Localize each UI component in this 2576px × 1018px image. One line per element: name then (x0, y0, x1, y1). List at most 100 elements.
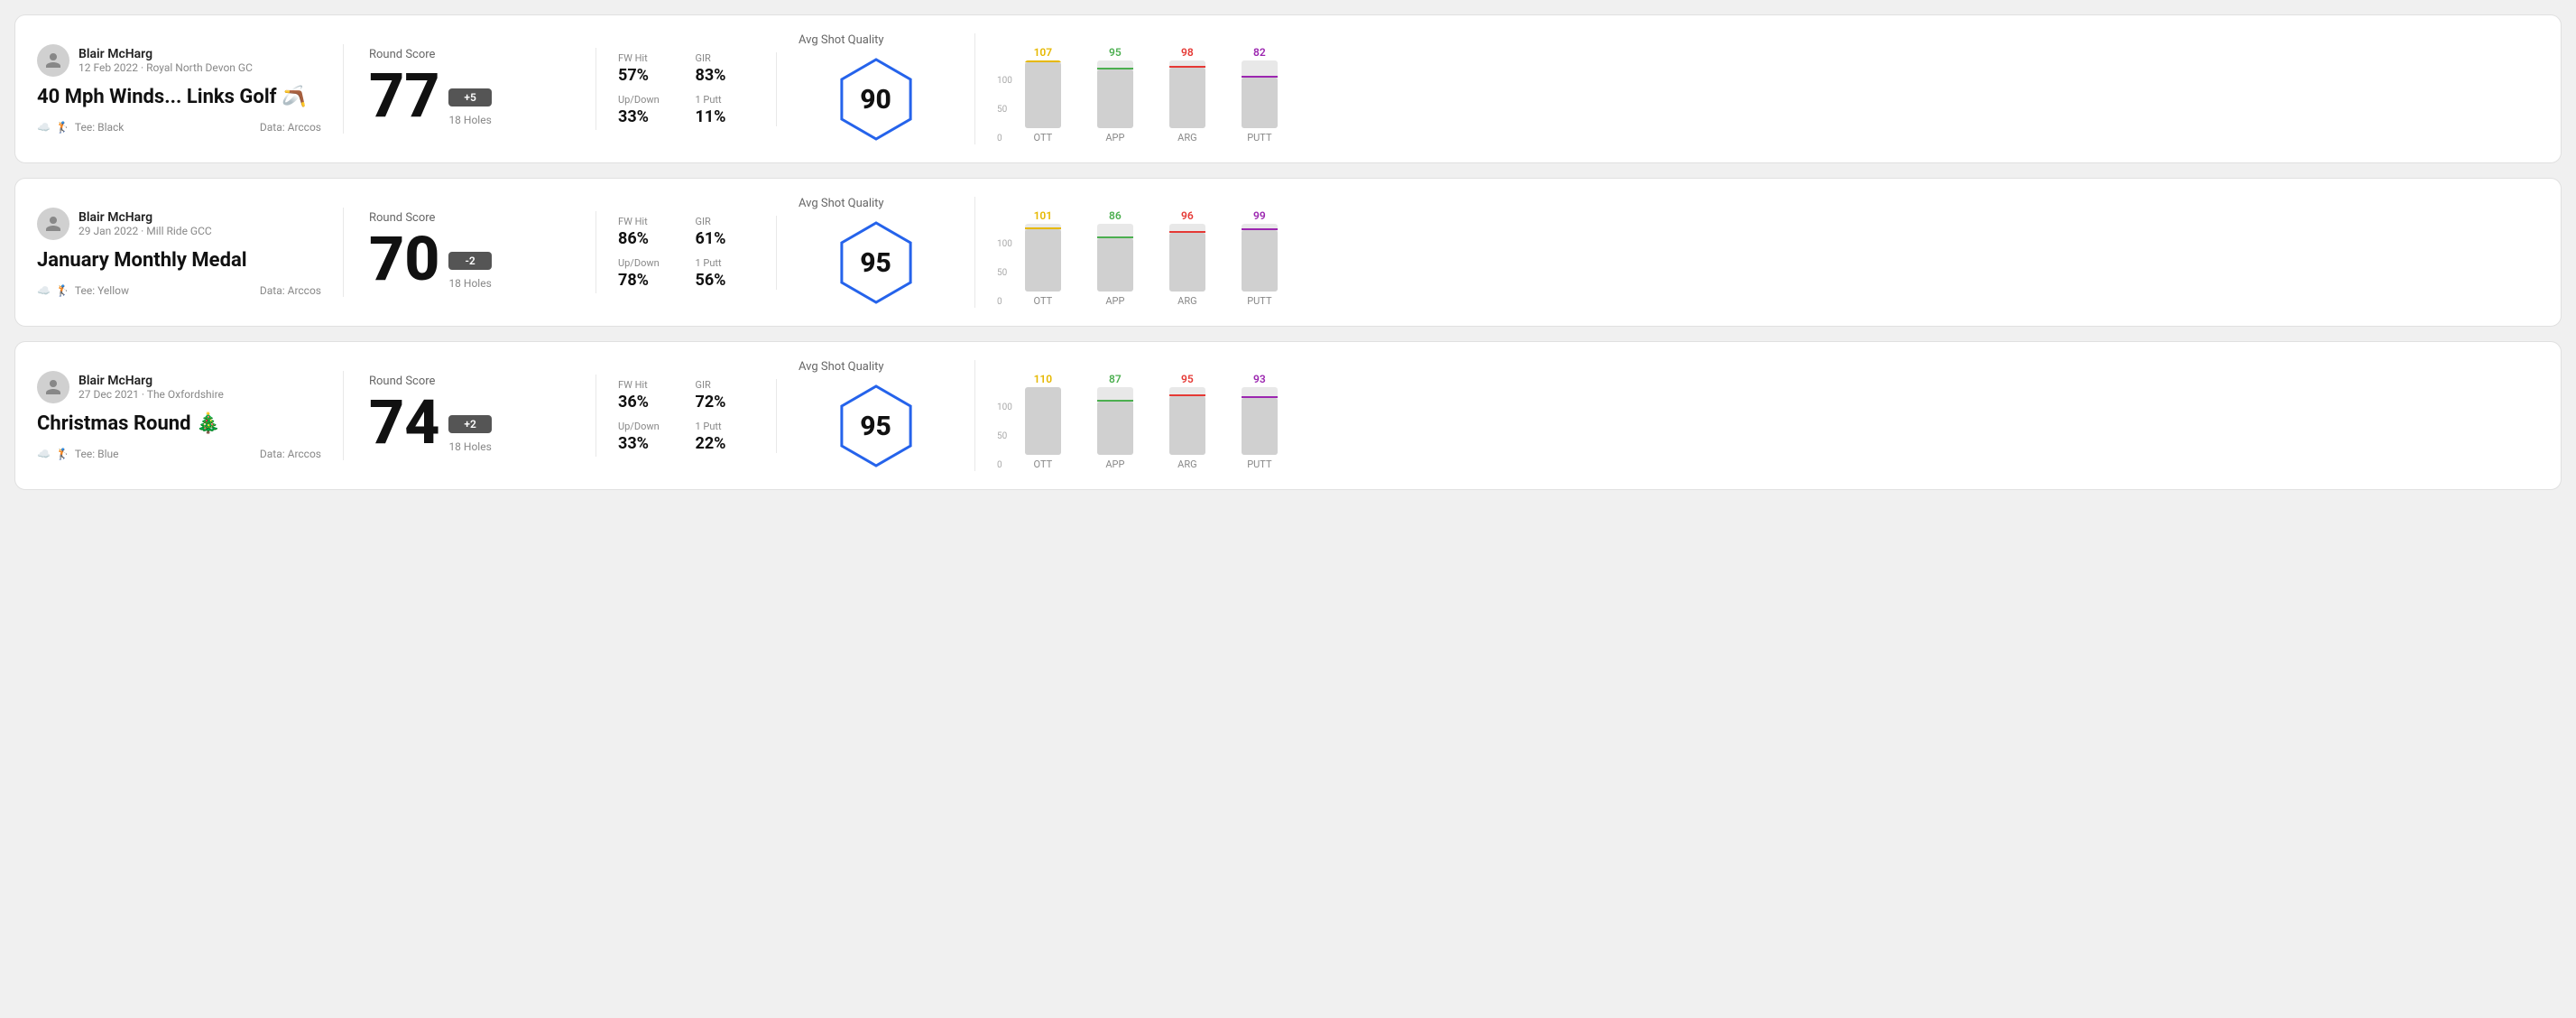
stat-fw-hit-value: 86% (618, 229, 678, 248)
stat-one-putt-label: 1 Putt (696, 94, 755, 106)
stat-fw-hit-value: 36% (618, 393, 678, 412)
chart-col-putt: 99PUTT (1233, 209, 1287, 307)
stat-up-down-label: Up/Down (618, 257, 678, 269)
tee-info: ☁️ 🏌️ Tee: Yellow (37, 284, 129, 297)
hexagon: 95 (831, 217, 921, 308)
avg-shot-quality-section: Avg Shot Quality 90 (777, 33, 975, 144)
data-source: Data: Arccos (260, 284, 321, 297)
avg-shot-quality-section: Avg Shot Quality 95 (777, 197, 975, 308)
round-title: January Monthly Medal (37, 249, 321, 272)
stat-gir-value: 61% (696, 229, 755, 248)
bag-icon: 🏌️ (56, 448, 69, 460)
y-axis: 100500 (997, 403, 1016, 470)
stat-fw-hit-label: FW Hit (618, 379, 678, 391)
avatar (37, 44, 69, 77)
round-card-round2: Blair McHarg29 Jan 2022 · Mill Ride GCCJ… (14, 178, 2562, 327)
round-score-section: Round Score74+218 Holes (344, 375, 596, 457)
stat-gir: GIR 83% (696, 52, 755, 85)
stat-one-putt-value: 11% (696, 107, 755, 126)
bag-icon: 🏌️ (56, 121, 69, 134)
stat-fw-hit-value: 57% (618, 66, 678, 85)
avg-shot-quality-label: Avg Shot Quality (799, 197, 884, 210)
round-left-info: Blair McHarg27 Dec 2021 · The Oxfordshir… (37, 371, 344, 460)
stat-up-down: Up/Down33% (618, 94, 678, 126)
quality-score: 95 (860, 247, 891, 279)
data-source: Data: Arccos (260, 448, 321, 460)
stat-gir-label: GIR (696, 52, 755, 64)
chart-col-arg: 96ARG (1160, 209, 1214, 307)
round-left-info: Blair McHarg29 Jan 2022 · Mill Ride GCCJ… (37, 208, 344, 297)
stat-fw-hit-label: FW Hit (618, 52, 678, 64)
chart-col-ott: 110OTT (1016, 373, 1070, 470)
bag-icon: 🏌️ (56, 284, 69, 297)
score-diff-badge: +2 (448, 415, 491, 433)
holes-label: 18 Holes (448, 440, 491, 453)
avg-shot-quality-label: Avg Shot Quality (799, 360, 884, 374)
stat-one-putt: 1 Putt11% (696, 94, 755, 126)
data-source: Data: Arccos (260, 121, 321, 134)
user-name: Blair McHarg (78, 374, 224, 388)
stat-up-down-label: Up/Down (618, 421, 678, 432)
round-left-info: Blair McHarg12 Feb 2022 · Royal North De… (37, 44, 344, 134)
hexagon: 95 (831, 381, 921, 471)
stat-gir-value: 83% (696, 66, 755, 85)
quality-score: 90 (860, 84, 891, 116)
bar-chart-section: 100500107OTT95APP98ARG82PUTT (975, 35, 2539, 143)
avg-shot-quality-section: Avg Shot Quality 95 (777, 360, 975, 471)
stat-gir: GIR 72% (696, 379, 755, 412)
holes-label: 18 Holes (448, 114, 491, 126)
stat-up-down: Up/Down 33% (618, 421, 678, 453)
stat-up-down: Up/Down 78% (618, 257, 678, 290)
round-title: 40 Mph Winds... Links Golf 🪃 (37, 86, 321, 108)
avatar (37, 371, 69, 403)
round-meta: 12 Feb 2022 · Royal North Devon GC (78, 61, 253, 74)
chart-col-app: 86APP (1088, 209, 1142, 307)
stat-one-putt: 1 Putt 22% (696, 421, 755, 453)
big-score: 77 (369, 65, 439, 126)
stat-one-putt-value: 22% (696, 434, 755, 453)
stat-one-putt: 1 Putt56% (696, 257, 755, 290)
user-name: Blair McHarg (78, 47, 253, 61)
stats-section: FW Hit 36% GIR 72% Up/Down 33% 1 Putt 22% (596, 379, 777, 453)
chart-col-app: 87APP (1088, 373, 1142, 470)
stat-gir-label: GIR (696, 216, 755, 227)
round-meta: 27 Dec 2021 · The Oxfordshire (78, 388, 224, 401)
hexagon: 90 (831, 54, 921, 144)
big-score: 74 (369, 392, 439, 453)
chart-col-putt: 82PUTT (1233, 46, 1287, 143)
round-card-round1: Blair McHarg12 Feb 2022 · Royal North De… (14, 14, 2562, 163)
holes-label: 18 Holes (448, 277, 491, 290)
stat-one-putt-label: 1 Putt (696, 421, 755, 432)
user-name: Blair McHarg (78, 210, 212, 225)
tee-info: ☁️ 🏌️ Tee: Black (37, 121, 124, 134)
avg-shot-quality-label: Avg Shot Quality (799, 33, 884, 47)
stat-one-putt-value: 56% (696, 271, 755, 290)
quality-score: 95 (860, 411, 891, 442)
stat-up-down-value: 33% (618, 434, 678, 453)
score-diff-badge: -2 (448, 252, 491, 270)
round-card-round3: Blair McHarg27 Dec 2021 · The Oxfordshir… (14, 341, 2562, 490)
round-title: Christmas Round 🎄 (37, 412, 321, 435)
chart-col-arg: 95ARG (1160, 373, 1214, 470)
stat-gir-label: GIR (696, 379, 755, 391)
tee-info: ☁️ 🏌️ Tee: Blue (37, 448, 118, 460)
chart-col-ott: 107OTT (1016, 46, 1070, 143)
stat-up-down-value: 33% (618, 107, 678, 126)
stats-section: FW Hit 57% GIR 83% Up/Down33% 1 Putt11% (596, 52, 777, 126)
round-score-section: Round Score77+518 Holes (344, 48, 596, 130)
y-axis: 100500 (997, 76, 1016, 143)
round-score-section: Round Score70-218 Holes (344, 211, 596, 293)
weather-icon: ☁️ (37, 284, 51, 297)
tee-label: Tee: Yellow (75, 284, 129, 297)
y-axis: 100500 (997, 239, 1016, 307)
tee-label: Tee: Blue (75, 448, 119, 460)
bar-chart-section: 100500110OTT 87APP 95ARG 93PUTT (975, 362, 2539, 470)
stat-gir-value: 72% (696, 393, 755, 412)
stat-fw-hit: FW Hit 36% (618, 379, 678, 412)
stat-up-down-value: 78% (618, 271, 678, 290)
big-score: 70 (369, 228, 439, 290)
score-diff-badge: +5 (448, 88, 491, 106)
chart-col-putt: 93PUTT (1233, 373, 1287, 470)
tee-label: Tee: Black (75, 121, 124, 134)
avatar (37, 208, 69, 240)
